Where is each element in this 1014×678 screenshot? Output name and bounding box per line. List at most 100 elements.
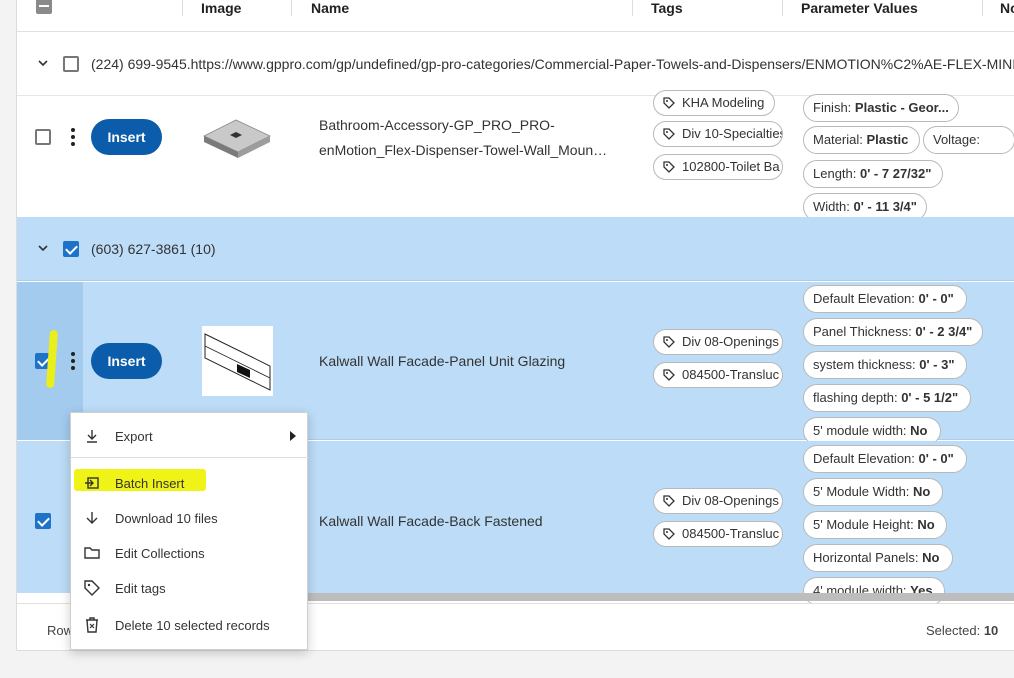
param-key: Horizontal Panels:	[813, 550, 919, 565]
tag-icon	[663, 336, 675, 348]
param-value: 0' - 11 3/4"	[853, 199, 917, 214]
table-row[interactable]: Insert Bathroom-Accessory-GP_PRO_PRO- en…	[17, 90, 1014, 221]
trash-icon	[86, 617, 98, 633]
selected-count-label: Selected: 10	[926, 623, 998, 638]
arrow-down-icon	[86, 512, 98, 524]
param-key: 5' Module Height:	[813, 517, 914, 532]
param-key: system thickness:	[813, 357, 916, 372]
select-all-checkbox[interactable]	[36, 0, 52, 14]
column-header-image[interactable]: Image	[201, 0, 241, 32]
more-actions-icon[interactable]	[70, 352, 76, 370]
tag-label: KHA Modeling	[682, 95, 765, 110]
param-chip: Material: Plastic	[803, 126, 920, 154]
chevron-down-icon[interactable]	[37, 57, 51, 71]
column-header-parameter-values[interactable]: Parameter Values	[801, 0, 918, 32]
param-value: Plastic	[866, 132, 909, 147]
column-header-tags[interactable]: Tags	[651, 0, 683, 32]
group-label: (224) 699-9545.https://www.gppro.com/gp/…	[91, 56, 1014, 72]
tag-chip[interactable]: 102800-Toilet Ba	[653, 154, 783, 180]
tag-icon	[663, 528, 675, 540]
group-label: (603) 627-3861 (10)	[91, 241, 216, 257]
row-name-line: enMotion_Flex-Dispenser-Towel-Wall_Moun…	[319, 142, 608, 158]
param-value: 0' - 5 1/2"	[901, 390, 959, 405]
group-checkbox[interactable]	[63, 56, 79, 72]
param-value: 0' - 0"	[918, 291, 954, 306]
menu-item-label: Edit tags	[115, 581, 166, 596]
menu-item-label: Download 10 files	[115, 511, 218, 526]
row-name: Kalwall Wall Facade-Panel Unit Glazing	[319, 353, 566, 369]
param-chip: 5' Module Width: No	[803, 478, 943, 506]
tag-chip[interactable]: Div 10-Specialties	[653, 121, 783, 147]
param-key: Default Elevation:	[813, 451, 915, 466]
product-thumbnail	[202, 102, 273, 172]
product-thumbnail	[202, 326, 273, 396]
header-divider	[782, 0, 783, 16]
menu-item-batch-insert[interactable]: Batch Insert	[71, 468, 309, 498]
param-chip: Voltage:	[923, 126, 1014, 154]
selected-label: Selected:	[926, 623, 981, 638]
row-checkbox[interactable]	[35, 513, 51, 529]
menu-item-label: Delete 10 selected records	[115, 618, 270, 633]
menu-item-export[interactable]: Export	[71, 421, 309, 451]
tag-icon	[663, 495, 675, 507]
menu-item-edit-collections[interactable]: Edit Collections	[71, 538, 309, 568]
menu-item-edit-tags[interactable]: Edit tags	[71, 573, 309, 603]
header-divider	[182, 0, 183, 16]
param-key: Default Elevation:	[813, 291, 915, 306]
param-key: 5' module width:	[813, 423, 907, 438]
tag-label: 102800-Toilet Ba	[682, 159, 780, 174]
param-value: 0' - 2 3/4"	[915, 324, 973, 339]
chevron-down-icon[interactable]	[37, 242, 51, 256]
tag-label: Div 08-Openings	[682, 334, 779, 349]
param-chip: Panel Thickness: 0' - 2 3/4"	[803, 318, 983, 346]
header-divider	[982, 0, 983, 16]
column-header-next[interactable]: No	[1000, 0, 1014, 32]
param-chip: Length: 0' - 7 27/32"	[803, 160, 943, 188]
header-divider	[632, 0, 633, 16]
menu-item-delete[interactable]: Delete 10 selected records	[71, 610, 309, 640]
param-key: Finish:	[813, 100, 852, 115]
page: Image Name Tags Parameter Values No (224…	[0, 0, 1014, 678]
param-key: Material:	[813, 132, 863, 147]
tag-icon	[663, 369, 675, 381]
insert-button[interactable]: Insert	[91, 119, 162, 155]
tag-chip[interactable]: Div 08-Openings	[653, 488, 783, 514]
group-checkbox[interactable]	[63, 241, 79, 257]
context-menu: Export Batch Insert Download 10 files Ed…	[70, 412, 309, 650]
chevron-right-icon	[290, 431, 296, 441]
menu-divider	[71, 457, 309, 458]
tag-icon	[663, 128, 675, 140]
tag-icon	[663, 97, 675, 109]
group-row[interactable]: (224) 699-9545.https://www.gppro.com/gp/…	[17, 33, 1014, 96]
more-actions-icon[interactable]	[70, 128, 76, 146]
row-checkbox[interactable]	[35, 129, 51, 145]
row-name: Bathroom-Accessory-GP_PRO_PRO- enMotion_…	[319, 113, 607, 163]
tag-icon	[84, 580, 100, 596]
row-name: Kalwall Wall Facade-Back Fastened	[319, 513, 543, 529]
param-key: 5' Module Width:	[813, 484, 910, 499]
param-key: Voltage:	[933, 132, 980, 147]
param-key: flashing depth:	[813, 390, 898, 405]
tag-chip[interactable]: 084500-Transluc	[653, 521, 783, 547]
param-chip: Finish: Plastic - Geor...	[803, 94, 959, 122]
param-chip: system thickness: 0' - 3"	[803, 351, 967, 379]
param-value: No	[922, 550, 940, 565]
column-header-name[interactable]: Name	[311, 0, 349, 32]
menu-item-label: Batch Insert	[115, 476, 185, 491]
param-value: No	[917, 517, 935, 532]
menu-item-download[interactable]: Download 10 files	[71, 503, 309, 533]
horizontal-scrollbar[interactable]	[307, 593, 1014, 601]
batch-insert-icon	[85, 477, 99, 489]
tag-chip[interactable]: Div 08-Openings	[653, 329, 783, 355]
param-value: Plastic - Geor...	[854, 100, 949, 115]
param-key: Width:	[813, 199, 850, 214]
group-row[interactable]: (603) 627-3861 (10)	[17, 217, 1014, 281]
tag-chip[interactable]: 084500-Transluc	[653, 362, 783, 388]
menu-item-label: Edit Collections	[115, 546, 205, 561]
insert-button[interactable]: Insert	[91, 343, 162, 379]
tag-icon	[663, 161, 675, 173]
header-divider	[291, 0, 292, 16]
param-value: 0' - 3"	[919, 357, 955, 372]
tag-chip[interactable]: KHA Modeling	[653, 90, 775, 116]
param-value: No	[913, 484, 931, 499]
